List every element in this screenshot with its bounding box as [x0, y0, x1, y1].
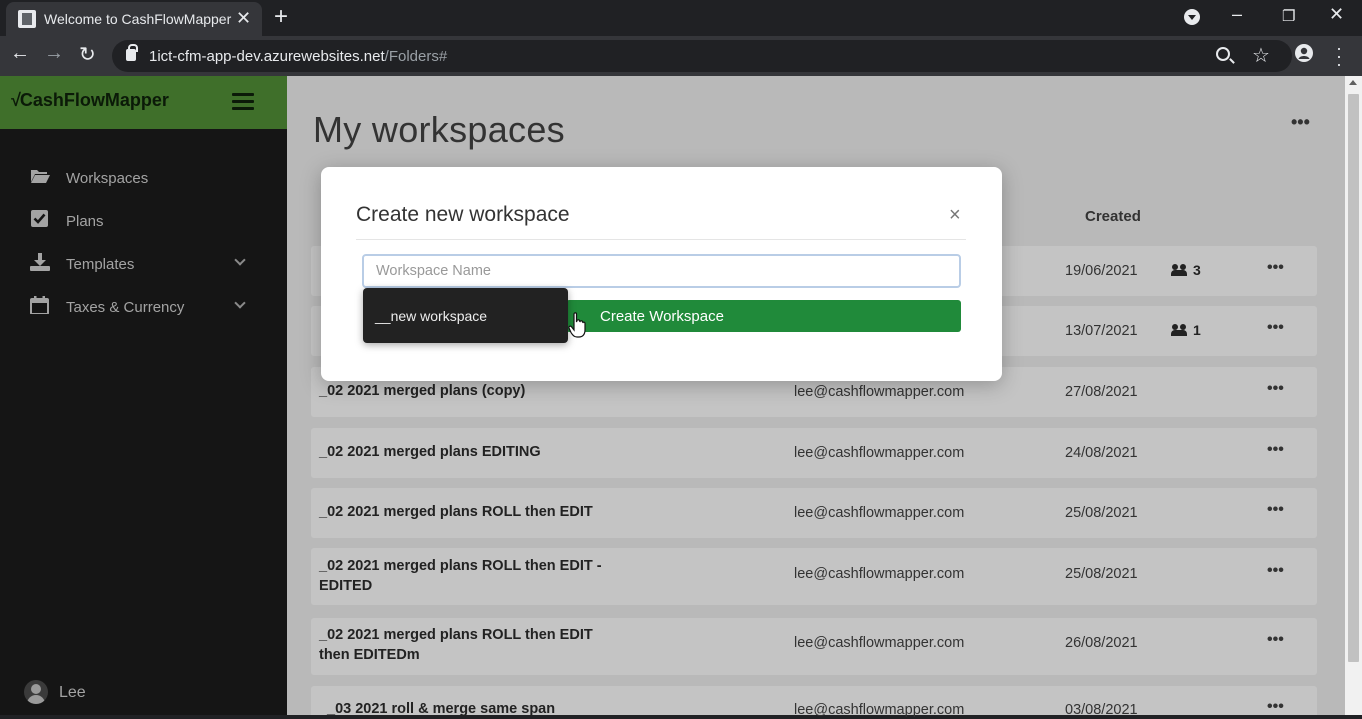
- sidebar-item-label: Taxes & Currency: [66, 299, 185, 316]
- url-path: /Folders#: [384, 48, 448, 65]
- created-date: 26/08/2021: [1065, 635, 1138, 651]
- create-workspace-button[interactable]: Create Workspace: [566, 300, 961, 332]
- owner-email: lee@cashflowmapper.com: [794, 635, 965, 651]
- modal-close-icon[interactable]: ×: [949, 205, 961, 225]
- lock-icon: [126, 44, 138, 61]
- workspace-name: _02 2021 merged plans ROLL then EDIT - E…: [319, 558, 602, 594]
- back-icon[interactable]: ←: [10, 42, 30, 65]
- row-more-icon[interactable]: •••: [1267, 319, 1284, 337]
- reload-icon[interactable]: ↻: [79, 42, 96, 67]
- table-row[interactable]: _02 2021 merged plans ROLL then EDIT - E…: [311, 548, 1317, 605]
- scroll-thumb[interactable]: [1348, 94, 1359, 662]
- row-more-icon[interactable]: •••: [1267, 501, 1284, 519]
- new-tab-icon[interactable]: +: [274, 3, 288, 31]
- owner-email: lee@cashflowmapper.com: [794, 445, 965, 461]
- minimize-icon[interactable]: –: [1232, 4, 1242, 25]
- table-row[interactable]: _02 2021 merged plans EDITING lee@cashfl…: [311, 428, 1317, 478]
- address-bar[interactable]: 1ict-cfm-app-dev.azurewebsites.net/Folde…: [112, 40, 1292, 72]
- created-date: 19/06/2021: [1065, 263, 1138, 279]
- tab-close-icon[interactable]: ✕: [236, 8, 251, 29]
- tab-title: Welcome to CashFlowMapper: [44, 11, 232, 27]
- created-date: 25/08/2021: [1065, 505, 1138, 521]
- sidebar-item-templates[interactable]: Templates: [0, 246, 287, 282]
- modal-title: Create new workspace: [356, 203, 570, 226]
- row-more-icon[interactable]: •••: [1267, 562, 1284, 580]
- calendar-icon: [30, 296, 49, 314]
- workspace-name: _02 2021 merged plans ROLL then EDIT the…: [319, 627, 593, 663]
- brand-bar: √CashFlowMapper: [0, 76, 287, 129]
- chevron-down-icon[interactable]: [234, 254, 246, 266]
- brand-logo[interactable]: √CashFlowMapper: [10, 90, 169, 111]
- row-more-icon[interactable]: •••: [1267, 441, 1284, 459]
- workspace-name-input[interactable]: [362, 254, 961, 288]
- owner-email: lee@cashflowmapper.com: [794, 702, 965, 718]
- browser-toolbar: ← → ↻ 1ict-cfm-app-dev.azurewebsites.net…: [0, 36, 1362, 76]
- created-date: 13/07/2021: [1065, 323, 1138, 339]
- forward-icon[interactable]: →: [44, 42, 64, 65]
- restore-icon[interactable]: ❐: [1282, 7, 1295, 25]
- sidebar-item-plans[interactable]: Plans: [0, 203, 287, 239]
- avatar: [24, 680, 48, 704]
- created-date: 25/08/2021: [1065, 566, 1138, 582]
- row-more-icon[interactable]: •••: [1267, 380, 1284, 398]
- modal-divider: [356, 239, 966, 240]
- url-host: 1ict-cfm-app-dev.azurewebsites.net: [149, 48, 385, 65]
- browser-tab[interactable]: Welcome to CashFlowMapper ✕: [6, 2, 262, 36]
- browser-tab-bar: Welcome to CashFlowMapper ✕ + – ❐ ✕: [0, 0, 1362, 36]
- checkbox-icon: [31, 210, 48, 227]
- sidebar-item-label: Plans: [66, 213, 104, 230]
- shared-users[interactable]: 1: [1171, 322, 1201, 338]
- created-date: 03/08/2021: [1065, 702, 1138, 718]
- page-favicon-icon: [18, 10, 36, 28]
- bookmark-star-icon[interactable]: ☆: [1252, 43, 1270, 68]
- sidebar: √CashFlowMapper Workspaces Plans Templat…: [0, 76, 287, 715]
- download-icon: [30, 253, 50, 271]
- row-more-icon[interactable]: •••: [1267, 698, 1284, 716]
- shared-count: 1: [1193, 322, 1201, 338]
- sidebar-item-workspaces[interactable]: Workspaces: [0, 160, 287, 196]
- zoom-icon[interactable]: [1216, 47, 1230, 61]
- create-workspace-modal: Create new workspace × Create Workspace: [321, 167, 1002, 381]
- table-row[interactable]: _02 2021 merged plans ROLL then EDIT lee…: [311, 488, 1317, 538]
- chevron-down-icon[interactable]: [234, 297, 246, 309]
- row-more-icon[interactable]: •••: [1267, 259, 1284, 277]
- row-more-icon[interactable]: •••: [1267, 631, 1284, 649]
- owner-email: lee@cashflowmapper.com: [794, 505, 965, 521]
- folder-open-icon: [31, 170, 50, 183]
- window-close-icon[interactable]: ✕: [1329, 4, 1344, 25]
- workspace-name: _02 2021 merged plans EDITING: [319, 444, 541, 460]
- users-icon: [1171, 264, 1189, 276]
- page-more-icon[interactable]: •••: [1291, 112, 1310, 133]
- workspace-name: _02 2021 merged plans ROLL then EDIT: [319, 504, 593, 520]
- browser-menu-icon[interactable]: · · ·: [1336, 39, 1342, 73]
- owner-email: lee@cashflowmapper.com: [794, 384, 965, 400]
- autocomplete-dropdown: __new workspace: [363, 288, 568, 343]
- user-profile[interactable]: Lee: [24, 680, 144, 706]
- shared-count: 3: [1193, 262, 1201, 278]
- sidebar-item-label: Templates: [66, 256, 135, 273]
- users-icon: [1171, 324, 1189, 336]
- sidebar-item-label: Workspaces: [66, 170, 149, 187]
- owner-email: lee@cashflowmapper.com: [794, 566, 965, 582]
- workspace-name: _03 2021 roll & merge same span: [327, 701, 556, 717]
- brand-name: CashFlowMapper: [19, 90, 169, 110]
- shared-users[interactable]: 3: [1171, 262, 1201, 278]
- created-date: 27/08/2021: [1065, 384, 1138, 400]
- scroll-up-icon[interactable]: [1349, 80, 1357, 85]
- page-scrollbar[interactable]: [1345, 76, 1362, 715]
- table-row[interactable]: _02 2021 merged plans ROLL then EDIT the…: [311, 618, 1317, 675]
- url-text[interactable]: 1ict-cfm-app-dev.azurewebsites.net/Folde…: [149, 48, 447, 65]
- workspace-name: _02 2021 merged plans (copy): [319, 383, 526, 399]
- autocomplete-suggestion[interactable]: __new workspace: [375, 308, 487, 324]
- table-row[interactable]: _03 2021 roll & merge same span lee@cash…: [311, 686, 1317, 718]
- account-icon[interactable]: [1295, 44, 1313, 62]
- sidebar-item-taxes-currency[interactable]: Taxes & Currency: [0, 289, 287, 325]
- user-name: Lee: [59, 684, 86, 701]
- column-header-created[interactable]: Created: [1085, 208, 1141, 225]
- hamburger-menu-icon[interactable]: [232, 93, 254, 111]
- created-date: 24/08/2021: [1065, 445, 1138, 461]
- tab-search-icon[interactable]: [1184, 9, 1200, 25]
- page-title: My workspaces: [313, 109, 565, 150]
- hand-cursor-icon: [568, 312, 586, 338]
